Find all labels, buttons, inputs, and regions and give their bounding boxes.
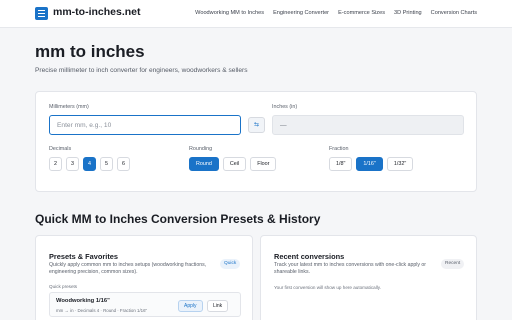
- site-header: mm-to-inches.net Woodworking MM to Inche…: [0, 0, 512, 28]
- quick-presets-label: Quick presets: [49, 284, 78, 289]
- main-nav: Woodworking MM to Inches Engineering Con…: [195, 10, 477, 16]
- recent-empty-state: Your first conversion will show up here …: [274, 285, 381, 290]
- page-subtitle: Precise millimeter to inch converter for…: [35, 67, 248, 74]
- nav-link-engineering[interactable]: Engineering Converter: [273, 10, 329, 16]
- fraction-1-16[interactable]: 1/16": [356, 157, 383, 171]
- preset-link-button[interactable]: Link: [207, 300, 229, 312]
- recent-description: Track your latest mm to inches conversio…: [274, 262, 427, 275]
- nav-link-charts[interactable]: Conversion Charts: [431, 10, 477, 16]
- fraction-group: 1/8" 1/16" 1/32": [329, 157, 414, 171]
- decimals-option-2[interactable]: 2: [49, 157, 62, 171]
- fraction-label: Fraction: [329, 146, 349, 152]
- decimals-option-3[interactable]: 3: [66, 157, 79, 171]
- logo-icon[interactable]: [35, 7, 48, 20]
- rounding-label: Rounding: [189, 146, 213, 152]
- nav-link-3d-printing[interactable]: 3D Printing: [394, 10, 422, 16]
- nav-link-ecommerce[interactable]: E-commerce Sizes: [338, 10, 385, 16]
- preset-details: mm → in · Decimals 4 · Round · Fraction …: [56, 308, 148, 313]
- rounding-ceil[interactable]: Ceil: [222, 157, 247, 171]
- decimals-group: 2 3 4 5 6: [49, 157, 130, 171]
- recent-badge: Recent: [441, 259, 465, 269]
- page-title: mm to inches: [35, 42, 145, 61]
- mm-label: Millimeters (mm): [49, 104, 89, 110]
- swap-icon[interactable]: ⇆: [248, 117, 265, 133]
- recent-card: Recent conversions Recent Track your lat…: [260, 235, 477, 320]
- presets-title: Presets & Favorites: [49, 252, 119, 261]
- fraction-1-32[interactable]: 1/32": [386, 157, 414, 171]
- decimals-option-6[interactable]: 6: [117, 157, 130, 171]
- decimals-label: Decimals: [49, 146, 72, 152]
- preset-apply-button[interactable]: Apply: [178, 300, 203, 312]
- rounding-group: Round Ceil Floor: [189, 157, 277, 171]
- nav-link-woodworking[interactable]: Woodworking MM to Inches: [195, 10, 264, 16]
- mm-input[interactable]: [49, 115, 241, 135]
- section-title: Quick MM to Inches Conversion Presets & …: [35, 212, 321, 226]
- rounding-round[interactable]: Round: [189, 157, 219, 171]
- decimals-option-4[interactable]: 4: [83, 157, 96, 171]
- converter-card: Millimeters (mm) ⇆ Inches (in) — Decimal…: [35, 91, 477, 192]
- rounding-floor[interactable]: Floor: [250, 157, 277, 171]
- preset-name: Woodworking 1/16": [56, 298, 110, 304]
- brand-name[interactable]: mm-to-inches.net: [53, 6, 141, 18]
- fraction-1-8[interactable]: 1/8": [329, 157, 353, 171]
- inches-output: —: [272, 115, 464, 135]
- recent-title: Recent conversions: [274, 252, 345, 261]
- presets-description: Quickly apply common mm to inches setups…: [49, 262, 207, 275]
- preset-item: Woodworking 1/16" mm → in · Decimals 4 ·…: [49, 292, 241, 317]
- decimals-option-5[interactable]: 5: [100, 157, 113, 171]
- inches-label: Inches (in): [272, 104, 298, 110]
- presets-card: Presets & Favorites Quick Quickly apply …: [35, 235, 253, 320]
